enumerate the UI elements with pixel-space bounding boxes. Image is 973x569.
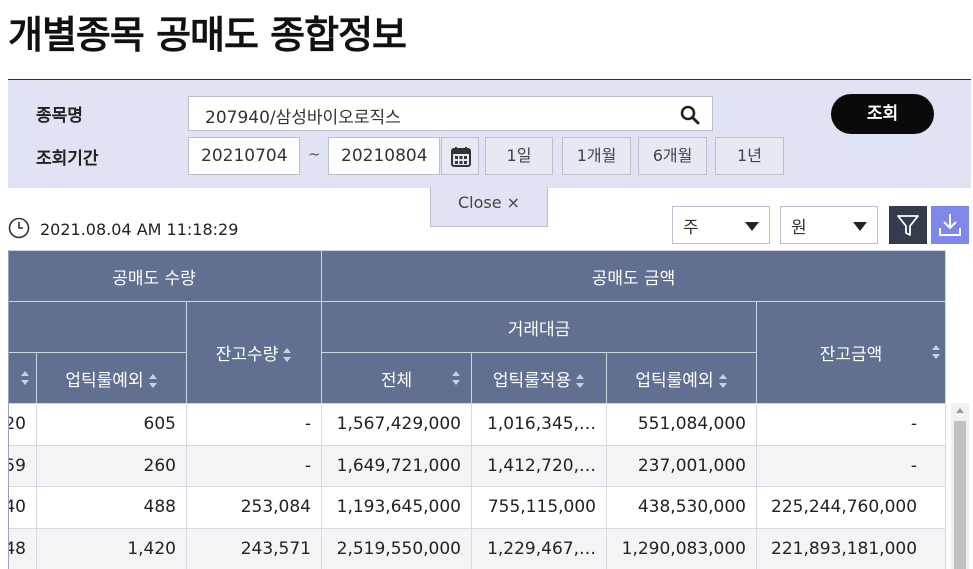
table-cell: 59: [9, 444, 37, 487]
header-total[interactable]: 전체: [321, 352, 472, 404]
table-cell: 1,412,720,…: [471, 444, 607, 487]
sort-icon: [148, 373, 157, 388]
table-cell: 551,084,000: [606, 403, 757, 446]
header-uptick-applied-label: 업틱룰적용: [492, 370, 572, 391]
table-cell: 1,567,429,000: [321, 403, 472, 446]
header-short-amount: 공매도 금액: [320, 250, 947, 302]
header-balance-amt-label: 잔고금액: [819, 345, 883, 365]
table-cell: 1,290,083,000: [606, 527, 757, 569]
scrollbar-thumb[interactable]: [954, 421, 966, 569]
table-cell: 1,016,345,…: [471, 403, 607, 446]
chevron-down-icon: [745, 222, 759, 231]
header-uptick-applied[interactable]: 업틱룰적용: [471, 352, 607, 404]
table-cell: 1,229,467,…: [471, 527, 607, 569]
date-range-tilde: ~: [308, 145, 321, 163]
download-icon: [939, 214, 961, 236]
period-1day-button[interactable]: 1일: [485, 137, 553, 175]
stock-search-input[interactable]: 207940/삼성바이오로직스: [188, 96, 713, 131]
calendar-icon: [451, 147, 471, 167]
table-row: 59 260 - 1,649,721,000 1,412,720,… 237,0…: [9, 444, 947, 487]
search-panel: 종목명 207940/삼성바이오로직스 조회 조회기간 20210704 ~ 2…: [8, 79, 971, 188]
timestamp-text: 2021.08.04 AM 11:18:29: [40, 220, 239, 239]
table-cell: 225,244,760,000: [755, 486, 947, 529]
table-cell: 438,530,000: [606, 486, 757, 529]
table-row: 20 605 - 1,567,429,000 1,016,345,… 551,0…: [9, 403, 947, 446]
table-cell: 237,001,000: [606, 444, 757, 487]
table-row: 48 1,420 243,571 2,519,550,000 1,229,467…: [9, 527, 947, 569]
table-cell: 243,571: [186, 527, 322, 569]
header-balance-amt[interactable]: 잔고금액: [755, 301, 947, 404]
header-short-quantity: 공매도 수량: [9, 250, 322, 302]
header-total-label: 전체: [380, 370, 413, 391]
period-unit-select[interactable]: 주: [672, 206, 770, 244]
sort-icon: [283, 348, 292, 362]
table-cell: 1,649,721,000: [321, 444, 472, 487]
sort-icon: [21, 371, 29, 385]
sort-icon: [576, 373, 585, 388]
currency-unit-select[interactable]: 원: [780, 206, 878, 244]
download-button[interactable]: [931, 206, 969, 244]
table-cell: 755,115,000: [471, 486, 607, 529]
period-unit-value: 주: [683, 218, 699, 238]
table-cell: 1,420: [36, 527, 187, 569]
short-selling-table: 공매도 수량 공매도 금액 잔고수량 거래대금 잔고금액 업틱룰예외 전체 업틱…: [8, 250, 971, 569]
period-label: 조회기간: [36, 149, 99, 169]
header-quantity-sub: [9, 301, 187, 353]
table-cell: 2,519,550,000: [321, 527, 472, 569]
scroll-up-icon[interactable]: [956, 408, 964, 413]
table-scrollbar[interactable]: [951, 403, 969, 569]
header-uptick-exempt-qty-label: 업틱룰예외: [65, 370, 144, 391]
table-cell: 40: [9, 486, 37, 529]
table-cell: 488: [36, 486, 187, 529]
header-uptick-exempt-label: 업틱룰예외: [635, 370, 714, 391]
calendar-button[interactable]: [441, 137, 479, 175]
table-cell: -: [186, 444, 322, 487]
table-cell: 260: [36, 444, 187, 487]
table-cell: 48: [9, 527, 37, 569]
end-date-input[interactable]: 20210804: [328, 137, 440, 175]
header-cut-col[interactable]: [9, 352, 37, 404]
table-cell: 605: [36, 403, 187, 446]
sort-icon: [718, 373, 727, 388]
table-cell: 221,893,181,000: [755, 527, 947, 569]
stock-search-value: 207940/삼성바이오로직스: [205, 108, 401, 128]
filter-icon: [897, 215, 919, 236]
currency-unit-value: 원: [791, 218, 807, 238]
table-cell: 20: [9, 403, 37, 446]
close-panel-button[interactable]: Close ×: [430, 187, 548, 227]
period-1month-button[interactable]: 1개월: [562, 137, 631, 175]
table-cell: -: [755, 444, 947, 487]
table-cell: 1,193,645,000: [321, 486, 472, 529]
header-uptick-exempt-qty[interactable]: 업틱룰예외: [36, 352, 187, 404]
sort-icon: [452, 371, 460, 385]
sort-icon: [932, 345, 941, 359]
period-1year-button[interactable]: 1년: [715, 137, 784, 175]
header-balance-qty[interactable]: 잔고수량: [186, 301, 322, 404]
table-cell: -: [755, 403, 947, 446]
query-button[interactable]: 조회: [831, 94, 934, 134]
header-trade-amount: 거래대금: [321, 301, 757, 353]
table-cell: 253,084: [186, 486, 322, 529]
filter-button[interactable]: [889, 206, 927, 244]
start-date-input[interactable]: 20210704: [188, 137, 300, 175]
table-row: 40 488 253,084 1,193,645,000 755,115,000…: [9, 486, 947, 529]
header-uptick-exempt[interactable]: 업틱룰예외: [606, 352, 757, 404]
header-balance-qty-label: 잔고수량: [215, 345, 279, 365]
chevron-down-icon: [853, 222, 867, 231]
page-title: 개별종목 공매도 종합정보: [8, 13, 407, 57]
table-cell: -: [186, 403, 322, 446]
stock-label: 종목명: [36, 106, 83, 126]
clock-icon: [8, 217, 30, 239]
period-6month-button[interactable]: 6개월: [638, 137, 707, 175]
search-icon[interactable]: [680, 105, 700, 125]
